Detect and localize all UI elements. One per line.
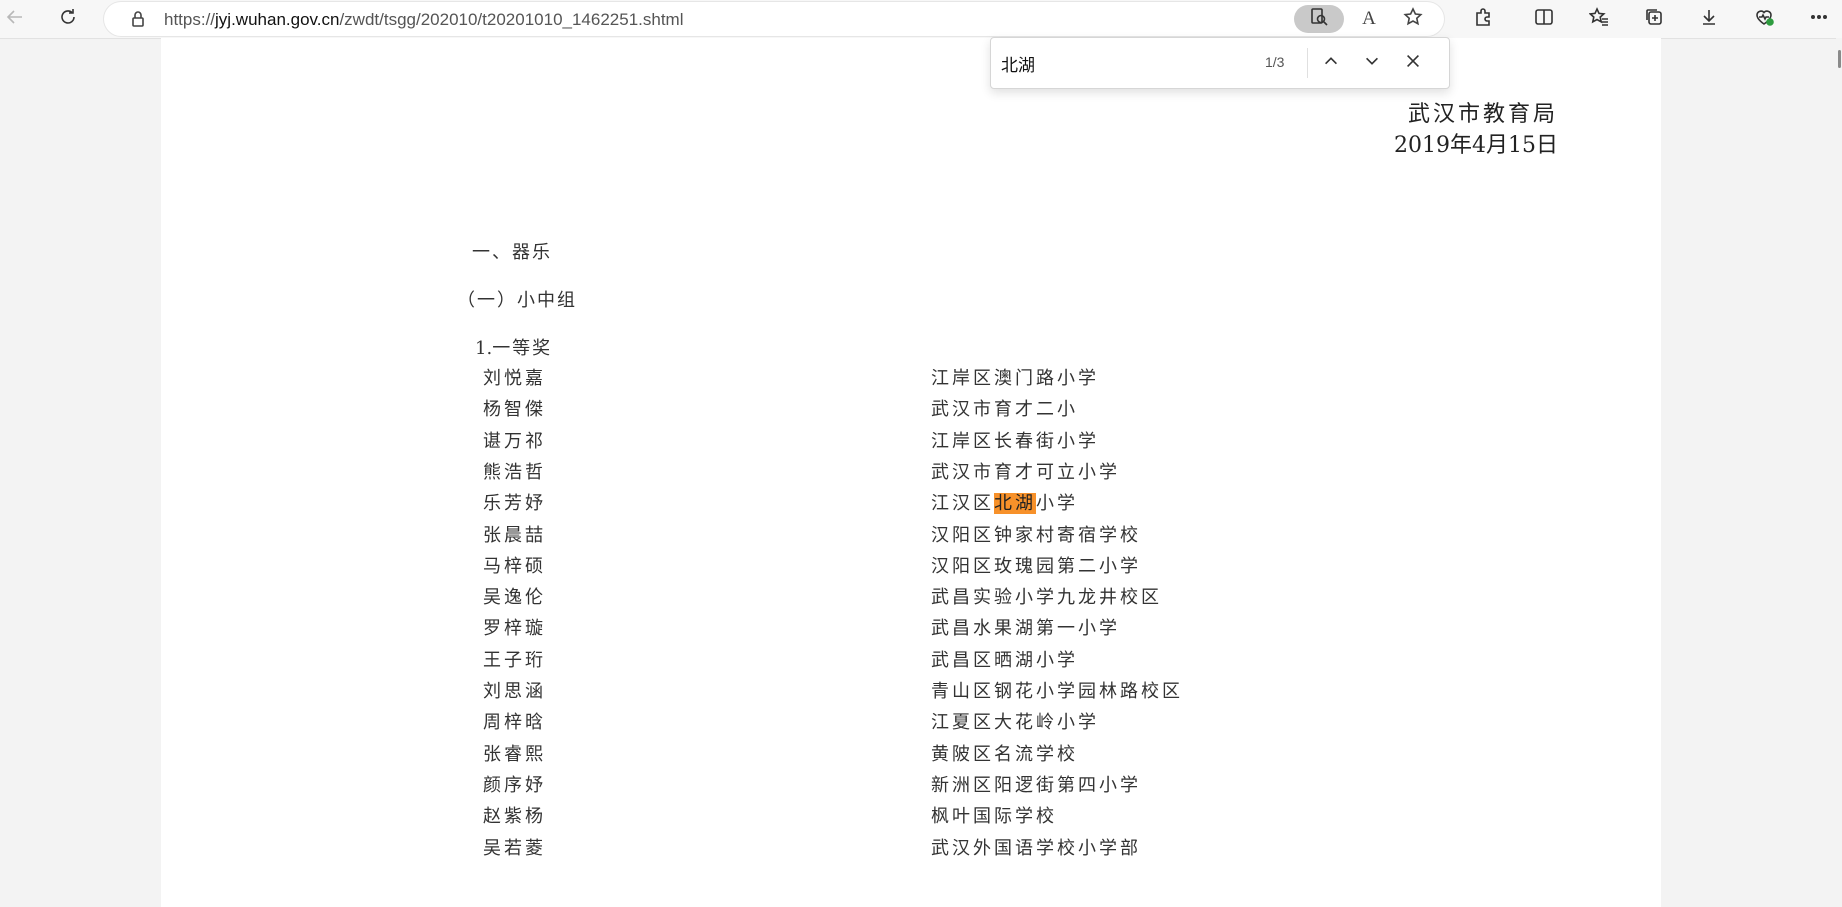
student-name: 熊浩哲 [483,461,546,483]
favorites-button[interactable] [1584,4,1614,34]
student-name: 王子珩 [483,649,546,671]
school-name: 武汉市育才二小 [931,399,1078,421]
scrollbar-thumb[interactable] [1838,50,1841,68]
student-name: 马梓硕 [483,555,546,577]
favorite-button[interactable] [1401,7,1425,31]
student-name: 刘悦嘉 [483,368,546,389]
student-name: 谌万祁 [483,430,546,452]
browser-toolbar: https://jyj.wuhan.gov.cn/zwdt/tsgg/20201… [0,0,1842,39]
award-text: 一等奖 [492,338,553,359]
student-name: 吴逸伦 [483,587,546,609]
back-icon [5,7,25,31]
more-icon [1809,7,1829,31]
find-close-button[interactable] [1399,49,1427,77]
close-icon [1404,52,1422,74]
scrollbar-track[interactable] [1836,38,1842,907]
find-input[interactable] [1001,51,1231,75]
read-aloud-button[interactable]: A [1357,7,1381,31]
find-bar: 1/3 [990,37,1450,89]
school-name: 江夏区大花岭小学 [931,712,1099,734]
school-name: 江岸区长春街小学 [931,430,1099,452]
find-match-highlight: 北湖 [994,493,1036,515]
signature-org: 武汉市教育局 [1407,102,1558,127]
student-name: 刘思涵 [483,681,546,702]
school-name: 江汉区北湖小学 [931,489,1078,515]
page-content [161,38,1661,907]
back-button[interactable] [0,4,30,34]
read-aloud-icon: A [1362,8,1376,29]
school-name: 汉阳区钟家村寄宿学校 [931,524,1141,546]
school-name: 武昌水果湖第一小学 [931,618,1120,640]
url-text[interactable]: https://jyj.wuhan.gov.cn/zwdt/tsgg/20201… [164,10,684,30]
find-match-count: 1/3 [1265,54,1285,70]
school-name: 江岸区澳门路小学 [931,368,1099,389]
collections-button[interactable] [1639,4,1669,34]
school-name: 汉阳区玫瑰园第二小学 [931,555,1141,577]
chevron-down-icon [1363,52,1381,74]
school-name: 武汉市育才可立小学 [931,461,1120,483]
split-screen-button[interactable] [1529,4,1559,34]
school-name: 武汉外国语学校小学部 [931,837,1141,859]
award-heading: 1.一等奖 [475,334,552,360]
student-name: 张晨喆 [483,524,546,546]
refresh-button[interactable] [53,4,83,34]
extensions-icon [1473,7,1493,31]
more-button[interactable] [1804,4,1834,34]
subgroup-heading: （一）小中组 [457,290,577,311]
split-screen-icon [1534,7,1554,31]
school-name: 武昌实验小学九龙井校区 [931,587,1162,609]
url-path: /zwdt/tsgg/202010/t20201010_1462251.shtm… [339,10,684,29]
school-name: 新洲区阳逻街第四小学 [931,774,1141,796]
extensions-button[interactable] [1468,4,1498,34]
url-prefix: https:// [164,10,216,29]
collections-icon [1644,7,1664,31]
award-number: 1. [475,338,493,359]
refresh-icon [58,7,78,31]
school-name: 枫叶国际学校 [931,806,1057,828]
address-bar[interactable]: https://jyj.wuhan.gov.cn/zwdt/tsgg/20201… [104,2,1444,36]
find-previous-button[interactable] [1317,49,1345,77]
find-icon [1309,7,1329,31]
favorite-star-icon [1403,7,1423,31]
student-name: 张睿熙 [483,743,546,765]
lock-icon[interactable] [128,9,148,29]
student-name: 杨智傑 [483,399,546,421]
section-heading: 一、器乐 [472,242,552,263]
find-divider [1307,48,1308,78]
browser-essentials-button[interactable] [1749,4,1779,34]
signature-block: 武汉市教育局 2019年4月15日 [1300,99,1558,161]
downloads-button[interactable] [1694,4,1724,34]
download-icon [1699,7,1719,31]
find-next-button[interactable] [1358,49,1386,77]
find-on-page-button[interactable] [1294,5,1344,33]
school-name: 黄陂区名流学校 [931,743,1078,765]
student-name: 周梓晗 [483,712,546,734]
student-name: 赵紫杨 [483,806,546,828]
school-name-suffix: 小学 [1036,493,1078,515]
student-name: 吴若菱 [483,837,546,859]
browser-essentials-icon [1754,7,1774,31]
student-name: 罗梓璇 [483,618,546,640]
url-host: jyj.wuhan.gov.cn [215,10,340,29]
school-name-prefix: 江汉区 [931,493,994,515]
chevron-up-icon [1322,52,1340,74]
school-name: 武昌区晒湖小学 [931,649,1078,671]
student-name: 颜序妤 [483,774,546,796]
favorites-icon [1588,7,1609,31]
student-name: 乐芳妤 [483,493,546,515]
school-name: 青山区钢花小学园林路校区 [931,681,1183,702]
signature-date: 2019年4月15日 [1394,133,1558,158]
